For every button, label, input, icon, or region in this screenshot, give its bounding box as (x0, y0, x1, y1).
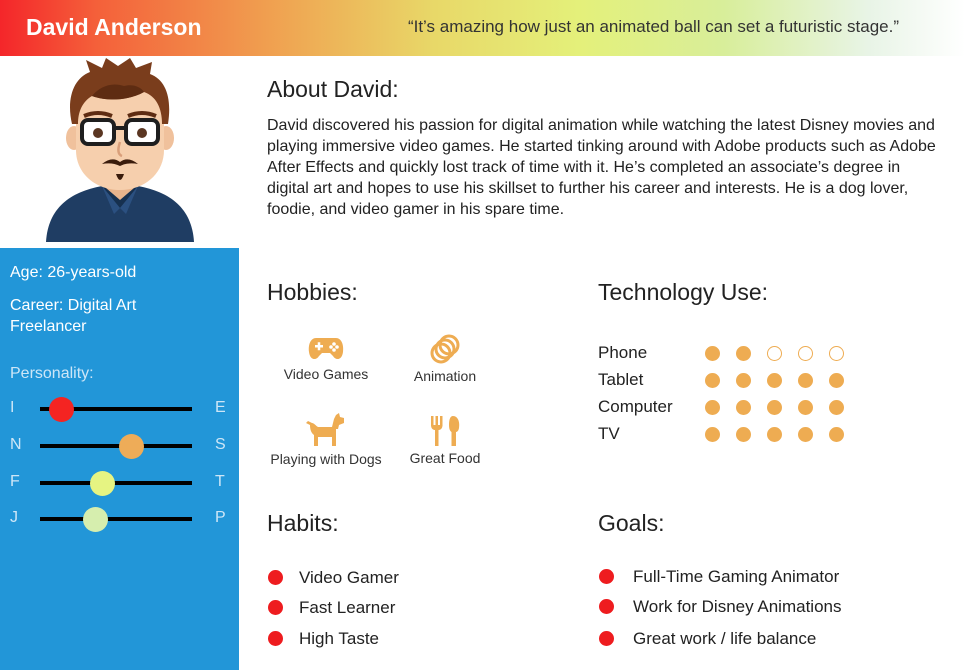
tech-label: Tablet (598, 370, 644, 389)
rating-dot-filled (736, 373, 751, 388)
hobby-label: Video Games (283, 366, 369, 382)
tech-row-tv: TV (598, 424, 858, 448)
bullet-dot (599, 631, 614, 646)
trait-right-label: E (215, 399, 226, 416)
hobby-animation: Animation (380, 334, 510, 384)
goals-title: Goals: (598, 510, 665, 536)
rating-dot-empty (767, 346, 782, 361)
bullet-dot (268, 570, 283, 585)
rating-dot-filled (767, 427, 782, 442)
trait-row-ns: N S (0, 434, 239, 459)
hobbies-title: Hobbies: (267, 279, 358, 305)
habit-text: Video Gamer (299, 568, 399, 587)
rating-dot-filled (829, 400, 844, 415)
tech-label: Computer (598, 397, 673, 416)
header-banner: David Anderson “It’s amazing how just an… (0, 0, 965, 56)
trait-slider-track (40, 481, 192, 485)
goal-text: Full-Time Gaming Animator (633, 567, 840, 586)
bullet-dot (599, 569, 614, 584)
trait-slider-track (40, 444, 192, 448)
goal-text: Work for Disney Animations (633, 597, 842, 616)
trait-right-label: T (215, 473, 225, 490)
rating-dot-empty (829, 346, 844, 361)
goal-text: Great work / life balance (633, 629, 817, 648)
dog-icon (306, 413, 344, 446)
trait-left-label: J (10, 509, 18, 526)
tech-row-tablet: Tablet (598, 370, 858, 394)
trait-slider-knob (90, 471, 116, 496)
hobby-label: Playing with Dogs (270, 451, 382, 467)
rating-dot-filled (705, 400, 720, 415)
rating-dot-filled (736, 400, 751, 415)
profile-sidebar: Age: 26-years-old Career: Digital Art Fr… (0, 248, 239, 670)
about-title: About David: (267, 76, 399, 102)
rating-dot-filled (767, 373, 782, 388)
rating-dot-filled (829, 373, 844, 388)
trait-right-label: S (215, 436, 226, 453)
rating-dot-filled (736, 346, 751, 361)
habit-text: High Taste (299, 629, 380, 648)
hobby-label: Great Food (409, 450, 481, 466)
trait-slider-track (40, 517, 192, 521)
hobby-video-games: Video Games (261, 336, 391, 382)
persona-quote: “It’s amazing how just an animated ball … (407, 17, 899, 36)
bullet-dot (599, 599, 614, 614)
hobby-great-food: Great Food (380, 416, 510, 466)
technology-title: Technology Use: (598, 279, 769, 305)
rating-dot-filled (736, 427, 751, 442)
bullet-dot (268, 600, 283, 615)
career-text: Career: Digital Art Freelancer (10, 297, 137, 335)
personality-label: Personality: (10, 365, 94, 382)
gamepad-icon (308, 338, 344, 360)
habits-title: Habits: (267, 510, 339, 536)
rating-dot-filled (798, 427, 813, 442)
trait-left-label: I (10, 399, 15, 416)
about-text: David discovered his passion for digital… (267, 117, 936, 218)
trait-row-ft: F T (0, 471, 239, 496)
habit-text: Fast Learner (299, 598, 396, 617)
bullet-dot (268, 631, 283, 646)
trait-left-label: F (10, 473, 20, 490)
rings-icon (430, 334, 460, 364)
rating-dot-filled (705, 373, 720, 388)
age-text: Age: 26-years-old (10, 264, 137, 281)
trait-row-jp: J P (0, 507, 239, 532)
rating-dot-filled (767, 400, 782, 415)
rating-dot-filled (798, 400, 813, 415)
trait-slider-knob (82, 507, 108, 532)
utensils-icon (431, 416, 460, 446)
tech-row-phone: Phone (598, 343, 858, 367)
rating-dot-filled (829, 427, 844, 442)
trait-right-label: P (215, 509, 226, 526)
trait-slider-knob (49, 397, 75, 422)
tech-row-computer: Computer (598, 397, 858, 421)
tech-label: Phone (598, 343, 648, 362)
rating-dot-empty (798, 346, 813, 361)
hobby-playing-with-dogs: Playing with Dogs (261, 413, 391, 467)
trait-slider-knob (119, 434, 145, 459)
trait-left-label: N (10, 436, 22, 453)
tech-label: TV (598, 424, 620, 443)
persona-name: David Anderson (26, 14, 202, 40)
trait-row-ie: I E (0, 397, 239, 422)
rating-dot-filled (705, 346, 720, 361)
rating-dot-filled (705, 427, 720, 442)
rating-dot-filled (798, 373, 813, 388)
hobby-label: Animation (413, 368, 477, 384)
avatar (46, 58, 194, 242)
